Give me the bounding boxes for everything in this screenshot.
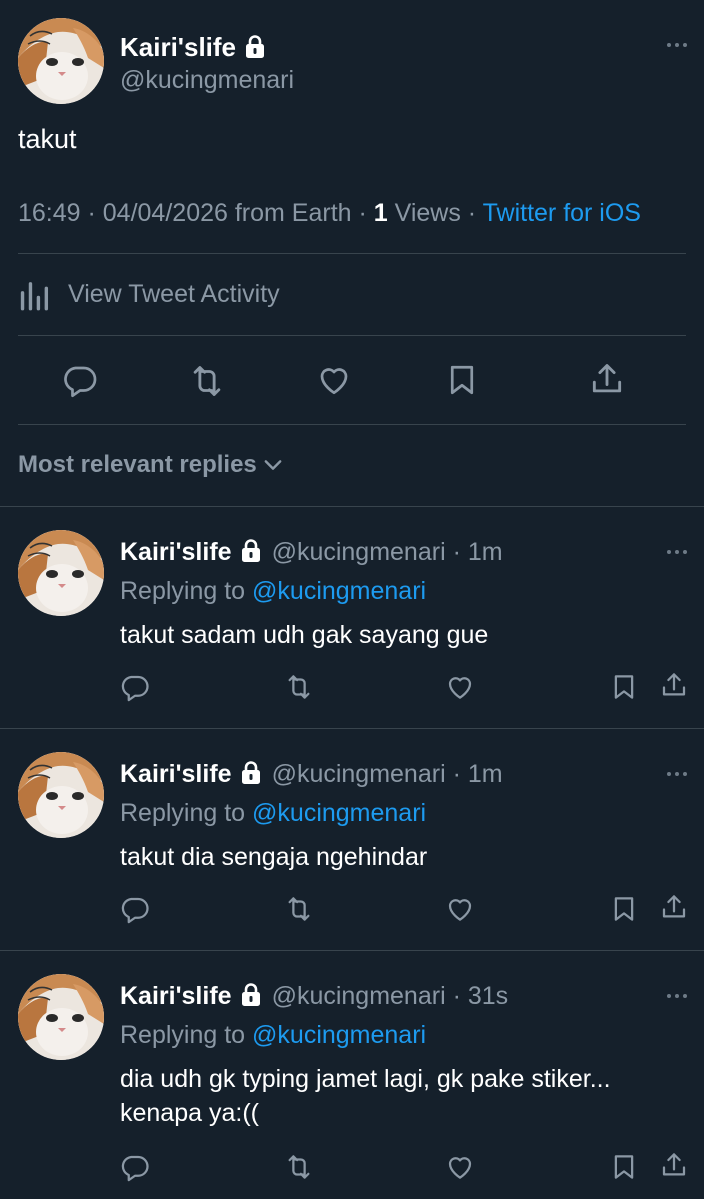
tweet-timestamp[interactable]: 16:49 · 04/04/2026 from Earth · [18,199,374,227]
replying-to-prefix: Replying to [120,799,253,827]
like-icon[interactable] [445,894,475,924]
lock-icon [240,539,262,563]
avatar[interactable] [18,752,104,838]
view-activity-label: View Tweet Activity [68,279,280,308]
chevron-down-icon [261,453,285,477]
more-options-icon[interactable] [662,769,692,779]
reply-icon[interactable] [62,362,98,398]
avatar-image [18,752,104,838]
reply-text: dia udh gk typing jamet lagi, gk pake st… [120,1065,611,1127]
reply-header: Kairi'slife @kucingmenari · 31s [120,982,508,1011]
lock-icon [244,35,266,59]
views-count: 1 [373,199,388,227]
more-options-icon[interactable] [662,991,692,1001]
replying-to-handle[interactable]: @kucingmenari [252,799,426,827]
avatar[interactable] [18,974,104,1060]
replying-to-handle[interactable]: @kucingmenari [252,577,426,605]
avatar[interactable] [18,18,104,104]
divider [18,253,686,254]
bookmark-icon[interactable] [609,1152,639,1182]
display-name[interactable]: Kairi'slife [120,538,232,566]
reply-icon[interactable] [120,1152,150,1182]
replies-sort-dropdown[interactable]: Most relevant replies [18,451,285,479]
retweet-icon[interactable] [284,672,314,702]
retweet-icon[interactable] [284,894,314,924]
avatar-image [18,974,104,1060]
divider [18,424,686,425]
tweet-text: takut [18,124,77,154]
replying-to-prefix: Replying to [120,1021,253,1049]
like-icon[interactable] [316,362,352,398]
divider [0,950,704,951]
replying-to-prefix: Replying to [120,577,253,605]
view-activity-button[interactable]: View Tweet Activity [18,274,280,314]
retweet-icon[interactable] [284,1152,314,1182]
user-handle[interactable]: @kucingmenari · 1m [272,760,503,788]
more-options-icon[interactable] [662,40,692,50]
bookmark-icon[interactable] [609,894,639,924]
replying-to-handle[interactable]: @kucingmenari [252,1021,426,1049]
avatar-image [18,18,104,104]
like-icon[interactable] [445,672,475,702]
replying-to: Replying to @kucingmenari [120,1021,426,1050]
replying-to: Replying to @kucingmenari [120,577,426,606]
avatar[interactable] [18,530,104,616]
share-icon[interactable] [659,892,689,922]
reply-header: Kairi'slife @kucingmenari · 1m [120,760,503,789]
share-icon[interactable] [659,1150,689,1180]
display-name-text: Kairi'slife [120,32,237,62]
bookmark-icon[interactable] [609,672,639,702]
tweet-meta: 16:49 · 04/04/2026 from Earth · 1 Views … [18,199,641,228]
divider [0,728,704,729]
retweet-icon[interactable] [188,362,226,400]
views-label: Views · [387,199,483,227]
share-icon[interactable] [588,360,626,398]
reply-icon[interactable] [120,894,150,924]
reply-header: Kairi'slife @kucingmenari · 1m [120,538,503,567]
replying-to: Replying to @kucingmenari [120,799,426,828]
like-icon[interactable] [445,1152,475,1182]
divider [0,506,704,507]
display-name[interactable]: Kairi'slife [120,32,266,63]
divider [18,335,686,336]
reply-text: takut dia sengaja ngehindar [120,843,428,871]
lock-icon [240,761,262,785]
reply-icon[interactable] [120,672,150,702]
analytics-icon [18,277,52,311]
user-handle[interactable]: @kucingmenari [120,66,294,95]
display-name[interactable]: Kairi'slife [120,982,232,1010]
tweet-source[interactable]: Twitter for iOS [483,199,641,227]
more-options-icon[interactable] [662,547,692,557]
user-handle[interactable]: @kucingmenari · 31s [272,982,509,1010]
lock-icon [240,983,262,1007]
reply-text: takut sadam udh gak sayang gue [120,621,489,649]
bookmark-icon[interactable] [444,362,480,398]
user-handle[interactable]: @kucingmenari · 1m [272,538,503,566]
share-icon[interactable] [659,670,689,700]
avatar-image [18,530,104,616]
replies-sort-label: Most relevant replies [18,451,257,478]
display-name[interactable]: Kairi'slife [120,760,232,788]
